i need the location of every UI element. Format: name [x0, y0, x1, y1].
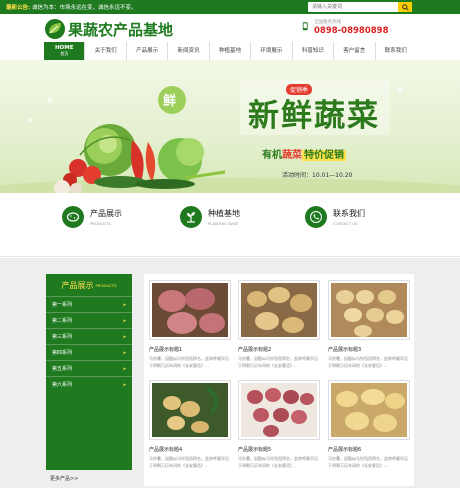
sidebar-item-label: 第六系列: [52, 382, 73, 388]
category-planting-en: PLANTING BASE: [208, 221, 239, 226]
product-desc: 马铃薯，因酷似马铃铛而得名，此称呼最早见于明朝万历年间的《长安客话》...: [149, 356, 229, 368]
category-contact[interactable]: 联系我们 CONTACT US: [305, 206, 365, 228]
banner-subline-1: 有机: [262, 150, 282, 161]
more-products-link[interactable]: 更多产品>>: [46, 470, 132, 486]
product-image: [149, 280, 231, 340]
product-image: [238, 380, 320, 440]
banner-headline: 新鲜蔬菜: [248, 98, 380, 134]
hotline-number: 0898-08980898: [314, 26, 389, 36]
nav-item-planting-base[interactable]: 种植基地: [210, 42, 252, 60]
sidebar-item-series-4[interactable]: 第四系列 ▸: [46, 344, 132, 360]
hotline-label: 全国服务热线: [314, 20, 341, 25]
nav-item-science[interactable]: 科普知识: [293, 42, 335, 60]
phone-icon: [310, 211, 322, 223]
sidebar-title: 产品展示 PRODUCTS: [46, 274, 132, 296]
sidebar-title-en: PRODUCTS: [95, 282, 117, 288]
sidebar-item-series-5[interactable]: 第五系列 ▸: [46, 360, 132, 376]
product-image: [328, 380, 410, 440]
sprout-icon: [187, 212, 195, 223]
search-icon: [401, 3, 409, 11]
product-sidebar: 产品展示 PRODUCTS 第一系列 ▸ 第二系列 ▸ 第三系列 ▸ 第四系列 ▸ 第五系…: [46, 274, 132, 486]
nav-item-messages[interactable]: 客户留言: [334, 42, 376, 60]
logo-text: 果蔬农产品基地: [68, 20, 174, 39]
nav-item-contact[interactable]: 联系我们: [376, 42, 416, 60]
product-image: [149, 380, 231, 440]
top-bar: 最新公告: 诚信为本：市场永远在变，诚信永远不变。: [0, 0, 460, 14]
product-title: 产品展示标题5: [238, 447, 272, 453]
category-planting-icon-wrap: [180, 206, 202, 228]
phone-icon: [302, 22, 308, 31]
nav-item-environment[interactable]: 环境展示: [251, 42, 293, 60]
product-desc: 马铃薯，因酷似马铃铛而得名，此称呼最早见于明朝万历年间的《长安客话》...: [328, 356, 408, 368]
nav-item-news[interactable]: 新闻资讯: [168, 42, 210, 60]
product-image: [238, 280, 320, 340]
arrow-right-icon: ▸: [123, 301, 126, 308]
sidebar-item-label: 第四系列: [52, 350, 73, 356]
product-image: [328, 280, 410, 340]
product-desc: 马铃薯，因酷似马铃铛而得名，此称呼最早见于明朝万历年间的《长安客话》...: [238, 356, 318, 368]
product-desc: 马铃薯，因酷似马铃铛而得名，此称呼最早见于明朝万历年间的《长安客话》...: [328, 456, 408, 468]
sidebar-item-series-6[interactable]: 第六系列 ▸: [46, 376, 132, 392]
product-card[interactable]: 产品展示标题1 马铃薯，因酷似马铃铛而得名，此称呼最早见于明朝万历年间的《长安客…: [149, 280, 231, 368]
banner-subline-2: 蔬菜: [282, 150, 302, 161]
sidebar-item-series-1[interactable]: 第一系列 ▸: [46, 296, 132, 312]
search-button[interactable]: [398, 2, 412, 12]
sidebar-item-series-2[interactable]: 第二系列 ▸: [46, 312, 132, 328]
product-title: 产品展示标题6: [328, 447, 362, 453]
product-title: 产品展示标题3: [328, 347, 362, 353]
product-title: 产品展示标题4: [149, 447, 183, 453]
product-title: 产品展示标题1: [149, 347, 183, 353]
sidebar-item-label: 第五系列: [52, 366, 73, 372]
arrow-right-icon: ▸: [123, 381, 126, 388]
product-card[interactable]: 产品展示标题3 马铃薯，因酷似马铃铛而得名，此称呼最早见于明朝万历年间的《长安客…: [328, 280, 410, 368]
arrow-right-icon: ▸: [123, 365, 126, 372]
nav-item-home[interactable]: HOME 首页: [44, 42, 86, 60]
arrow-right-icon: ▸: [123, 333, 126, 340]
arrow-right-icon: ▸: [123, 317, 126, 324]
nav-home-sub: 首页: [60, 51, 69, 56]
leaf-logo-icon: [45, 19, 65, 39]
product-grid: 产品展示标题1 马铃薯，因酷似马铃铛而得名，此称呼最早见于明朝万历年间的《长安客…: [144, 274, 414, 486]
category-planting-title: 种植基地: [208, 209, 240, 218]
category-planting-base[interactable]: 种植基地 PLANTING BASE: [180, 206, 240, 228]
sidebar-item-label: 第三系列: [52, 334, 73, 340]
main-nav: HOME 首页 关于我们 产品展示 新闻资讯 种植基地 环境展示 科普知识 客户…: [44, 42, 416, 60]
banner-badge: 鲜: [163, 94, 177, 109]
banner-subline-3: 特价促销: [302, 150, 346, 161]
category-contact-title: 联系我们: [333, 209, 365, 218]
product-desc: 马铃薯，因酷似马铃铛而得名，此称呼最早见于明朝万历年间的《长安客话》...: [149, 456, 229, 468]
category-products[interactable]: 产品展示 PRODUCTS: [62, 206, 122, 228]
logo[interactable]: 果蔬农产品基地: [44, 18, 173, 40]
nav-item-products[interactable]: 产品展示: [127, 42, 169, 60]
category-contact-icon-wrap: [305, 206, 327, 228]
product-card[interactable]: 产品展示标题5 马铃薯，因酷似马铃铛而得名，此称呼最早见于明朝万历年间的《长安客…: [238, 380, 320, 468]
product-card[interactable]: 产品展示标题4 马铃薯，因酷似马铃铛而得名，此称呼最早见于明朝万历年间的《长安客…: [149, 380, 231, 468]
category-strip: 产品展示 PRODUCTS 种植基地 PLANTING BASE 联系我们 CO…: [0, 193, 460, 257]
sidebar-item-label: 第一系列: [52, 302, 73, 308]
sidebar-item-label: 第二系列: [52, 318, 73, 324]
hero-banner[interactable]: 鲜 促销季 新鲜蔬菜 有机蔬菜 特价促销 活动时间：10.01—10.20: [0, 60, 460, 193]
product-card[interactable]: 产品展示标题2 马铃薯，因酷似马铃铛而得名，此称呼最早见于明朝万历年间的《长安客…: [238, 280, 320, 368]
product-title: 产品展示标题2: [238, 347, 272, 353]
sidebar-item-series-3[interactable]: 第三系列 ▸: [46, 328, 132, 344]
category-products-title: 产品展示: [90, 209, 122, 218]
product-card[interactable]: 产品展示标题6 马铃薯，因酷似马铃铛而得名，此称呼最早见于明朝万历年间的《长安客…: [328, 380, 410, 468]
banner-date: 活动时间：10.01—10.20: [282, 172, 353, 179]
banner-subline: 有机蔬菜 特价促销: [262, 146, 346, 161]
category-products-icon-wrap: [62, 206, 84, 228]
vegetables-illustration: [0, 80, 460, 193]
notice-text: 诚信为本：市场永远在变，诚信永远不变。: [31, 5, 137, 11]
notice: 最新公告: 诚信为本：市场永远在变，诚信永远不变。: [6, 3, 136, 11]
nav-item-about[interactable]: 关于我们: [85, 42, 127, 60]
notice-label: 最新公告:: [6, 5, 31, 11]
main-section: 产品展示 PRODUCTS 第一系列 ▸ 第二系列 ▸ 第三系列 ▸ 第四系列 ▸ 第五系…: [0, 258, 460, 488]
search-box: [308, 2, 412, 12]
product-desc: 马铃薯，因酷似马铃铛而得名，此称呼最早见于明朝万历年间的《长安客话》...: [238, 456, 318, 468]
search-input[interactable]: [308, 2, 392, 12]
category-products-en: PRODUCTS: [90, 221, 111, 226]
arrow-right-icon: ▸: [123, 349, 126, 356]
sidebar-title-text: 产品展示: [61, 280, 94, 290]
potato-icon: [66, 212, 80, 222]
category-contact-en: CONTACT US: [333, 221, 358, 226]
